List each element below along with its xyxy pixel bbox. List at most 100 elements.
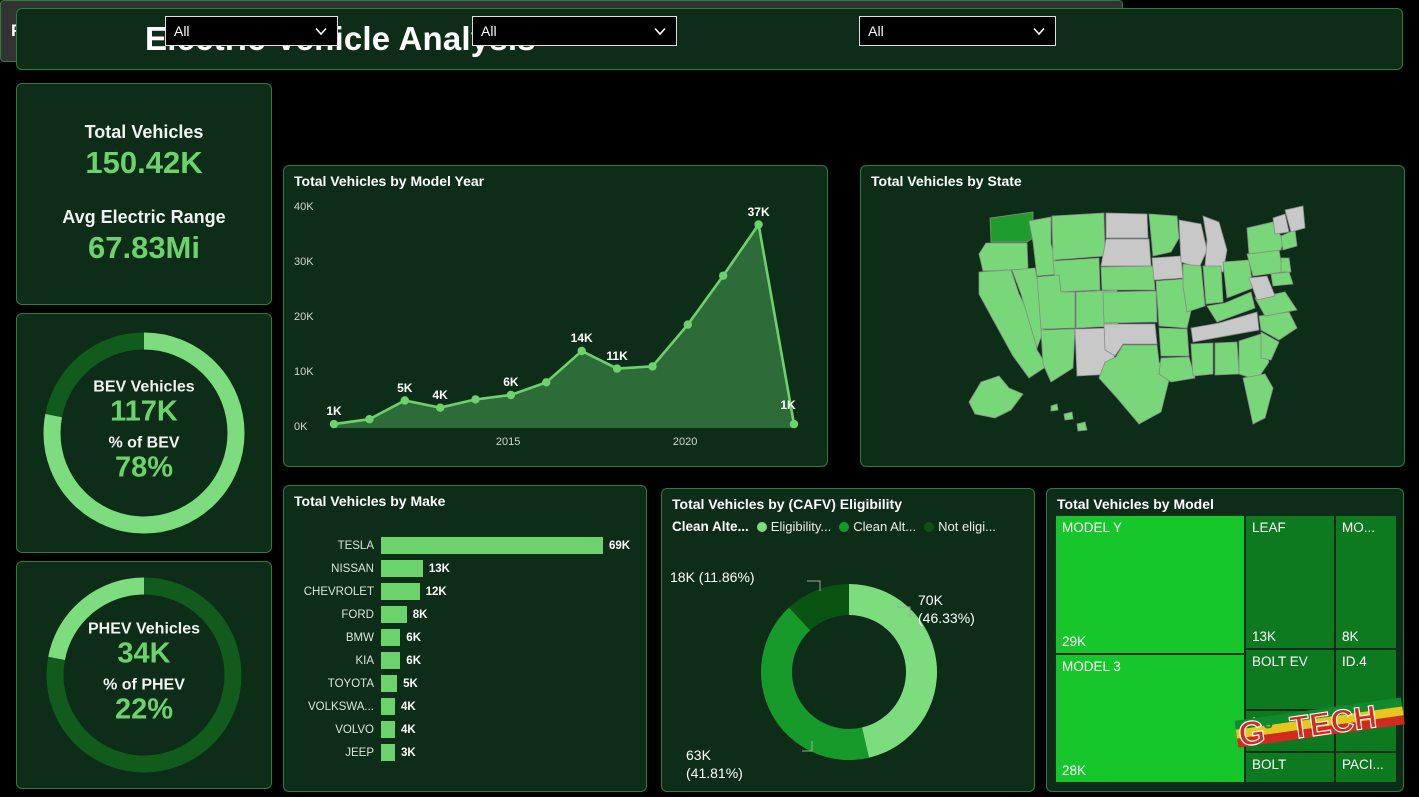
make-bar-value-label: 13K <box>428 562 450 575</box>
make-bar-chart-card: Total Vehicles by Make TESLA 69K NISSAN 13K… <box>283 485 647 792</box>
make-bar-fill[interactable] <box>381 629 401 646</box>
line-y-tick-label: 10K <box>294 366 314 378</box>
make-bar-row[interactable]: TOYOTA 5K <box>288 672 642 695</box>
model-treemap[interactable]: MODEL Y 29K MODEL 3 28K LEAF 13K MO... 8K BOLT E… <box>1055 515 1397 783</box>
line-point-label: 37K <box>747 204 770 219</box>
make-bar-value-label: 4K <box>401 700 416 713</box>
make-bar-fill[interactable] <box>381 675 398 692</box>
chevron-down-icon <box>654 27 666 36</box>
state-montana <box>1051 212 1106 261</box>
state-washington <box>989 211 1034 243</box>
cafv-donut-slice[interactable] <box>760 607 869 760</box>
treemap-cell[interactable]: ID.4 <box>1335 649 1397 710</box>
make-bar-fill[interactable] <box>381 652 401 669</box>
avg-electric-range-label: Avg Electric Range <box>62 207 226 227</box>
line-point-label: 1K <box>326 404 342 419</box>
make-bar-fill[interactable] <box>381 698 395 715</box>
electric-utility-filter-value: All <box>481 23 497 39</box>
make-bar-row[interactable]: KIA 6K <box>288 649 642 672</box>
line-data-point[interactable] <box>719 271 728 280</box>
treemap-cell[interactable]: MODEL Y 29K <box>1055 515 1245 654</box>
treemap-cell[interactable]: LEAF 13K <box>1245 515 1335 649</box>
make-bar-value-label: 6K <box>406 654 421 667</box>
treemap-cell-value: 13K <box>1252 629 1277 644</box>
make-bar-row[interactable]: BMW 6K <box>288 626 642 649</box>
phev-gauge-card: PHEV Vehicles 34K % of PHEV 22% <box>16 561 272 789</box>
line-data-point[interactable] <box>471 395 480 404</box>
vehicle-type-filter-select[interactable]: All <box>859 16 1057 46</box>
kpi-card: Total Vehicles 150.42K Avg Electric Rang… <box>16 83 272 305</box>
electric-utility-filter-select[interactable]: All <box>472 16 678 46</box>
line-point-label: 6K <box>503 375 519 389</box>
line-y-tick-label: 30K <box>294 256 314 268</box>
line-data-point[interactable] <box>542 378 551 387</box>
state-arizona <box>1040 328 1076 383</box>
treemap-cell[interactable]: MO... 8K <box>1335 515 1397 649</box>
line-y-tick-label: 0K <box>294 421 308 433</box>
cafv-leader-line <box>807 580 821 591</box>
line-data-point[interactable] <box>506 390 516 400</box>
treemap-cell[interactable]: MODEL 3 28K <box>1055 654 1245 783</box>
cafv-data-label: 63K (41.81%) <box>686 747 743 781</box>
make-bar-fill[interactable] <box>381 537 603 554</box>
make-bar-row[interactable]: FORD 8K <box>288 603 642 626</box>
state-ohio <box>1222 259 1254 299</box>
line-data-point[interactable] <box>400 396 409 405</box>
treemap-cell-value: 8K <box>1342 629 1359 644</box>
make-bar-row[interactable]: TESLA 69K <box>288 534 642 557</box>
cafv-pie-chart-card: Total Vehicles by (CAFV) Eligibility Cle… <box>661 488 1035 792</box>
make-bar-fill[interactable] <box>381 606 407 623</box>
make-bar-row[interactable]: JEEP 3K <box>288 741 642 764</box>
line-data-point[interactable] <box>577 346 586 356</box>
make-bar-value-label: 12K <box>425 585 447 598</box>
phev-donut-svg <box>46 577 242 773</box>
make-bar-row[interactable]: NISSAN 13K <box>288 557 642 580</box>
line-point-label: 14K <box>570 331 593 345</box>
model-year-plot-area[interactable]: 0K 10K 20K 30K 40K 2015 2020 1K 5K 4K 6K 14K 11K 37K 1… <box>284 166 827 466</box>
line-point-label: 4K <box>432 387 448 402</box>
city-filter-select[interactable]: All <box>164 16 338 46</box>
treemap-cell-name: BOLT EV <box>1252 654 1308 669</box>
state-newjersey <box>1280 257 1292 273</box>
treemap-cell[interactable]: NIRO <box>1335 710 1397 752</box>
make-bar-row[interactable]: CHEVROLET 12K <box>288 580 642 603</box>
line-data-point[interactable] <box>436 403 445 412</box>
state-alaska <box>968 375 1024 419</box>
line-data-point[interactable] <box>365 415 374 424</box>
make-bar-category-label: VOLKSWA... <box>307 700 374 713</box>
bev-donut-svg <box>43 332 245 534</box>
make-bar-fill[interactable] <box>381 583 420 600</box>
line-data-point[interactable] <box>683 320 692 329</box>
line-data-point[interactable] <box>789 419 799 429</box>
treemap-cell-name: PACI... <box>1342 757 1384 772</box>
model-treemap-title: Total Vehicles by Model <box>1057 496 1214 512</box>
make-bar-fill[interactable] <box>381 560 423 577</box>
make-bar-fill[interactable] <box>381 744 395 761</box>
avg-electric-range-value: 67.83Mi <box>87 230 200 265</box>
treemap-cell[interactable]: BOLT <box>1245 752 1335 783</box>
line-data-point[interactable] <box>612 364 622 373</box>
line-point-label: 11K <box>606 348 628 363</box>
line-data-point[interactable] <box>648 362 657 371</box>
model-year-line-chart-card: Total Vehicles by Model Year 0K 10K 20K 30K… <box>283 165 828 467</box>
state-alabama <box>1214 341 1240 376</box>
make-bar-fill[interactable] <box>381 721 395 738</box>
treemap-cell-name: BOLT <box>1252 757 1287 772</box>
make-bar-value-label: 5K <box>403 677 418 690</box>
treemap-cell[interactable]: MODEL X <box>1245 710 1335 752</box>
make-bar-row[interactable]: VOLKSWA... 4K <box>288 695 642 718</box>
state-kansas <box>1102 290 1158 324</box>
state-northdakota <box>1105 212 1149 239</box>
line-point-label: 5K <box>397 380 413 395</box>
treemap-cell[interactable]: PACI... <box>1335 752 1397 783</box>
treemap-cell[interactable]: BOLT EV <box>1245 649 1335 710</box>
line-data-point[interactable] <box>329 419 339 429</box>
make-bar-category-label: KIA <box>355 654 374 667</box>
state-florida <box>1242 373 1274 425</box>
make-bar-row[interactable]: VOLVO 4K <box>288 718 642 741</box>
make-bar-category-label: FORD <box>341 608 374 621</box>
line-data-point[interactable] <box>754 220 763 229</box>
cafv-data-label: 18K (11.86%) <box>670 569 755 585</box>
cafv-plot-area[interactable]: 70K (46.33%) 18K (11.86%) 63K (41.81%) <box>662 489 1034 791</box>
usa-choropleth-map[interactable] <box>861 166 1406 468</box>
